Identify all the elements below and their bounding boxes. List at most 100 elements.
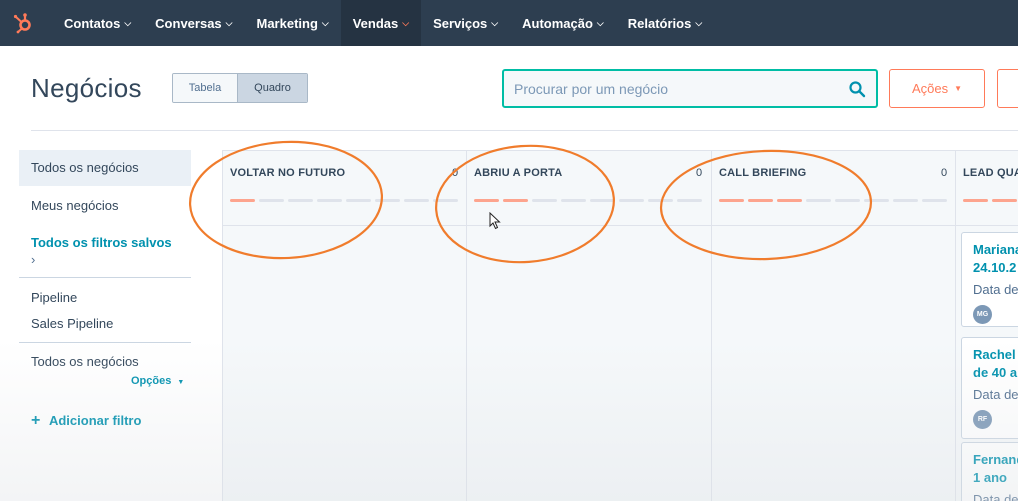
header-divider [31,130,1018,131]
board-view-button[interactable]: Quadro [237,74,307,102]
plus-icon: + [31,412,41,429]
actions-button[interactable]: Ações ▼ [889,69,985,108]
stage-progress-segment [503,199,528,202]
stage-progress-segment [259,199,284,202]
caret-down-icon: ▼ [177,379,185,386]
column-divider [222,150,223,501]
chevron-right-icon: › [31,252,36,267]
nav-item-conversas[interactable]: Conversas ⌵ [143,0,244,46]
stage-progress-segment [346,199,371,202]
options-dropdown[interactable]: Opções ▼ [19,375,191,387]
nav-item-vendas[interactable]: Vendas ⌵ [340,0,422,46]
sidebar-item-all-deals[interactable]: Todos os negócios [19,150,191,186]
column-title: CALL BRIEFING [719,167,807,179]
pipeline-value: Sales Pipeline [31,316,114,331]
column-title: LEAD QUA [963,167,1018,179]
stage-progress-segment [230,199,255,202]
column-deal-count: 0 [452,167,459,179]
deal-card-close-date: Data de [973,282,1018,297]
deal-card[interactable]: Mariana 24.10.2 Data de MG [961,232,1018,327]
column-divider [955,150,956,501]
stage-progress-segment [433,199,458,202]
add-filter-button[interactable]: + Adicionar filtro [19,412,191,430]
nav-item-label: Serviços [433,15,488,31]
caret-down-icon: ▼ [954,84,963,93]
create-deal-button[interactable] [997,69,1018,108]
chevron-down-icon: ⌵ [124,17,132,28]
all-deals-filter: Todos os negócios [19,354,191,369]
chevron-down-icon: ⌵ [402,17,410,28]
nav-item-label: Vendas [352,15,399,31]
nav-item-relatorios[interactable]: Relatórios ⌵ [616,0,714,46]
owner-avatar: RF [973,410,992,429]
column-title: VOLTAR NO FUTURO [230,167,346,179]
column-title: ABRIU A PORTA [474,167,563,179]
stage-progress-bar [719,199,947,202]
deal-card[interactable]: Fernand1 ano Data de [961,442,1018,501]
stage-progress-segment [893,199,918,202]
deal-card-title[interactable]: Mariana [973,241,1018,259]
nav-item-contatos[interactable]: Contatos ⌵ [52,0,143,46]
view-toggle: Tabela Quadro [172,73,308,103]
sidebar-item-saved-filters[interactable]: Todos os filtros salvos › [19,235,191,267]
search-icon[interactable] [848,80,866,98]
pipeline-label-text: Pipeline [31,290,78,305]
chevron-down-icon: ⌵ [695,17,703,28]
stage-progress-segment [561,199,586,202]
stage-progress-segment [648,199,673,202]
column-deal-count: 0 [696,167,703,179]
add-filter-label: Adicionar filtro [48,413,142,428]
deal-search-input[interactable] [514,80,848,97]
nav-item-servicos[interactable]: Serviços ⌵ [421,0,510,46]
pipeline-label: Pipeline [19,290,191,305]
stage-progress-segment [963,199,988,202]
sidebar-item-label: Todos os negócios [31,160,139,175]
pipeline-select[interactable]: Sales Pipeline [19,316,191,331]
stage-progress-segment [474,199,499,202]
column-divider [711,150,712,501]
saved-filters-link: Todos os filtros salvos [31,235,172,250]
owner-avatar: MG [973,305,992,324]
column-deal-count: 0 [941,167,948,179]
deal-search-box [502,69,878,108]
table-view-button[interactable]: Tabela [173,74,237,102]
stage-progress-segment [288,199,313,202]
chevron-down-icon: ⌵ [596,17,604,28]
deal-card-title[interactable]: 24.10.2 [973,259,1018,277]
nav-item-label: Conversas [155,15,222,31]
board-header-row [222,150,1018,226]
column-divider [466,150,467,501]
deal-card-close-date: Data de [973,387,1018,402]
sidebar-item-label: Meus negócios [31,198,119,213]
stage-progress-bar [230,199,458,202]
sidebar-divider [19,277,191,278]
all-deals-filter-label: Todos os negócios [31,354,139,369]
deal-card-title[interactable]: 1 ano [973,469,1018,487]
deal-card[interactable]: Rachel de 40 a Data de RF [961,337,1018,439]
stage-progress-segment [590,199,615,202]
stage-progress-segment [619,199,644,202]
nav-menu: Contatos ⌵ Conversas ⌵ Marketing ⌵ Vendas ⌵ Serv… [52,0,714,46]
stage-progress-bar [963,199,1017,202]
deal-card-title[interactable]: Rachel [973,346,1018,364]
stage-progress-segment [532,199,557,202]
chevron-down-icon: ⌵ [321,17,329,28]
stage-progress-segment [835,199,860,202]
stage-progress-segment [677,199,702,202]
deal-card-title[interactable]: Fernand [973,451,1018,469]
options-label: Opções [131,375,172,387]
top-navigation-bar: Contatos ⌵ Conversas ⌵ Marketing ⌵ Vendas ⌵ Serv… [0,0,1018,46]
deal-card-title[interactable]: de 40 a [973,364,1018,382]
actions-button-label: Ações [911,81,949,96]
stage-progress-segment [922,199,947,202]
nav-item-automacao[interactable]: Automação ⌵ [510,0,616,46]
nav-item-label: Contatos [64,15,121,31]
sidebar-item-my-deals[interactable]: Meus negócios [19,198,191,213]
sidebar-divider [19,342,191,343]
chevron-down-icon: ⌵ [491,17,499,28]
stage-progress-segment [375,199,400,202]
deal-card-close-date: Data de [973,492,1018,501]
nav-item-marketing[interactable]: Marketing ⌵ [244,0,340,46]
nav-item-label: Marketing [256,15,318,31]
hubspot-sprocket-icon[interactable] [0,0,46,46]
